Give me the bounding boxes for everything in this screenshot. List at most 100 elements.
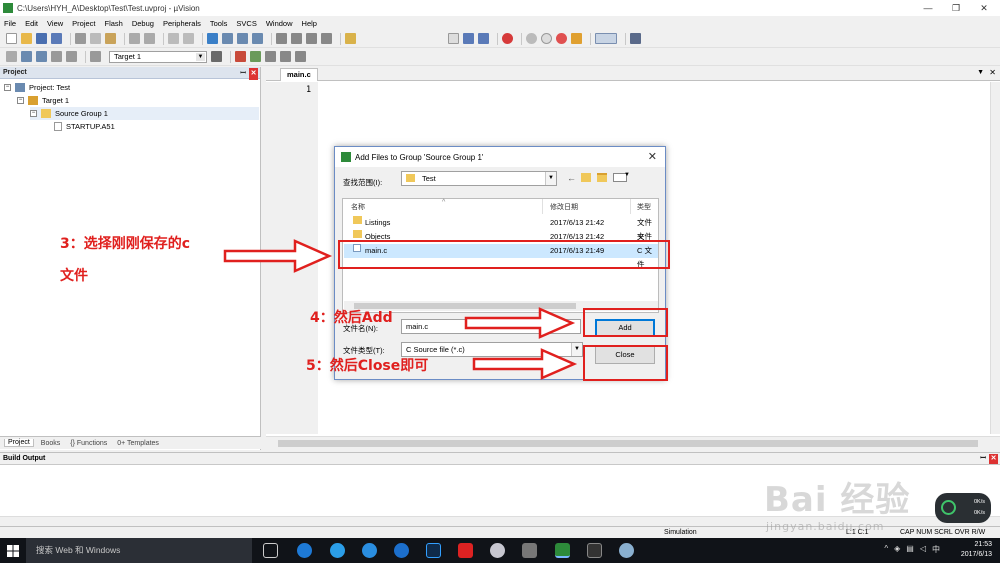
- cmd-icon[interactable]: [587, 543, 602, 558]
- rebuild-icon[interactable]: [36, 51, 47, 62]
- volume-icon[interactable]: ◁: [920, 544, 926, 555]
- find-icon[interactable]: [463, 33, 474, 44]
- tab-functions[interactable]: {} Functions: [67, 440, 110, 447]
- indent-icon[interactable]: [276, 33, 287, 44]
- kill-breakpoints-icon[interactable]: [556, 33, 567, 44]
- menu-flash[interactable]: Flash: [105, 19, 123, 28]
- menu-view[interactable]: View: [47, 19, 63, 28]
- qq-icon[interactable]: [458, 543, 473, 558]
- target-select[interactable]: Target 1 ▼: [109, 50, 207, 63]
- task-view-icon[interactable]: [263, 543, 278, 558]
- k-app-icon[interactable]: [394, 543, 409, 558]
- minimize-button[interactable]: —: [914, 0, 942, 16]
- tab-list-chevron-icon[interactable]: ▼: [977, 69, 984, 76]
- paste-icon[interactable]: [105, 33, 116, 44]
- file-explorer-icon[interactable]: [522, 543, 537, 558]
- ime-indicator[interactable]: 中: [932, 544, 940, 555]
- menu-peripherals[interactable]: Peripherals: [163, 19, 201, 28]
- editor-horizontal-scrollbar[interactable]: [266, 436, 1000, 450]
- tree-item-project[interactable]: − Project: Test: [4, 81, 70, 94]
- show-hidden-icons-icon[interactable]: ^: [884, 544, 888, 555]
- look-in-select[interactable]: Test ▼: [401, 171, 557, 186]
- find-combo-icon[interactable]: [448, 33, 459, 44]
- maximize-button[interactable]: ❐: [942, 0, 970, 16]
- pin-icon[interactable]: ꟷ: [240, 68, 246, 80]
- clear-bookmarks-icon[interactable]: [252, 33, 263, 44]
- tab-main-c[interactable]: main.c: [280, 68, 318, 81]
- config-icon[interactable]: [571, 33, 582, 44]
- back-arrow-icon[interactable]: ←: [567, 173, 576, 183]
- shield-icon[interactable]: ◈: [894, 544, 900, 555]
- menu-window[interactable]: Window: [266, 19, 293, 28]
- close-panel-icon[interactable]: ✕: [989, 454, 998, 464]
- new-file-icon[interactable]: [6, 33, 17, 44]
- tree-item-startup-file[interactable]: STARTUP.A51: [54, 120, 115, 133]
- wrench-icon[interactable]: [630, 33, 641, 44]
- editor-vertical-scrollbar[interactable]: [990, 82, 1000, 434]
- column-header-date[interactable]: 修改日期: [550, 202, 578, 212]
- cut-icon[interactable]: [75, 33, 86, 44]
- scroll-thumb[interactable]: [278, 440, 978, 447]
- column-header-type[interactable]: 类型: [637, 202, 651, 212]
- uncomment-icon[interactable]: [321, 33, 332, 44]
- unindent-icon[interactable]: [291, 33, 302, 44]
- uvision-taskbar-icon[interactable]: [555, 543, 570, 558]
- close-panel-icon[interactable]: ✕: [249, 68, 258, 80]
- download-icon[interactable]: [90, 51, 101, 62]
- debug-session-icon[interactable]: [502, 33, 513, 44]
- tree-item-source-group[interactable]: − Source Group 1: [30, 107, 259, 120]
- network-speed-widget[interactable]: 0K/s 0K/s: [935, 493, 991, 523]
- up-folder-icon[interactable]: [581, 173, 591, 182]
- target-options-icon[interactable]: [211, 51, 222, 62]
- redo-icon[interactable]: [144, 33, 155, 44]
- start-button[interactable]: [0, 538, 26, 563]
- stop-build-icon[interactable]: [66, 51, 77, 62]
- copy-icon[interactable]: [90, 33, 101, 44]
- ie-browser-icon[interactable]: [330, 543, 345, 558]
- manage-project-icon[interactable]: [235, 51, 246, 62]
- comment-icon[interactable]: [306, 33, 317, 44]
- collapse-icon[interactable]: −: [17, 97, 24, 104]
- tab-project[interactable]: Project: [4, 439, 34, 447]
- tab-books[interactable]: Books: [38, 440, 63, 447]
- next-bookmark-icon[interactable]: [237, 33, 248, 44]
- menu-project[interactable]: Project: [72, 19, 95, 28]
- tab-templates[interactable]: 0+ Templates: [114, 440, 162, 447]
- pinned-app-2-icon[interactable]: [619, 543, 634, 558]
- bookmark-icon[interactable]: [207, 33, 218, 44]
- menu-debug[interactable]: Debug: [132, 19, 154, 28]
- breakpoint-icon[interactable]: [526, 33, 537, 44]
- taskbar-search-box[interactable]: 搜索 Web 和 Windows: [26, 538, 252, 563]
- build-icon[interactable]: [21, 51, 32, 62]
- file-row-listings[interactable]: Listings 2017/6/13 21:42 文件夹: [344, 216, 658, 241]
- batch-build-icon[interactable]: [51, 51, 62, 62]
- nav-forward-icon[interactable]: [183, 33, 194, 44]
- menu-svcs[interactable]: SVCS: [236, 19, 256, 28]
- photoshop-icon[interactable]: [426, 543, 441, 558]
- disable-breakpoint-icon[interactable]: [541, 33, 552, 44]
- chevron-down-icon[interactable]: ▼: [624, 172, 630, 178]
- update-icon[interactable]: [295, 51, 306, 62]
- save-icon[interactable]: [36, 33, 47, 44]
- network-icon[interactable]: ▤: [906, 544, 914, 555]
- window-layout-icon[interactable]: [595, 33, 617, 44]
- dialog-close-button[interactable]: ✕: [648, 150, 657, 163]
- menu-help[interactable]: Help: [302, 19, 317, 28]
- incremental-find-icon[interactable]: [478, 33, 489, 44]
- collapse-icon[interactable]: −: [30, 110, 37, 117]
- menu-tools[interactable]: Tools: [210, 19, 228, 28]
- menu-file[interactable]: File: [4, 19, 16, 28]
- menu-edit[interactable]: Edit: [25, 19, 38, 28]
- find-in-files-icon[interactable]: [345, 33, 356, 44]
- nav-back-icon[interactable]: [168, 33, 179, 44]
- undo-icon[interactable]: [129, 33, 140, 44]
- close-tab-icon[interactable]: ✕: [989, 68, 996, 77]
- translate-icon[interactable]: [6, 51, 17, 62]
- pack-installer-icon[interactable]: [280, 51, 291, 62]
- prev-bookmark-icon[interactable]: [222, 33, 233, 44]
- edge-browser-icon[interactable]: [297, 543, 312, 558]
- close-window-button[interactable]: ✕: [970, 0, 998, 16]
- new-folder-icon[interactable]: [597, 173, 607, 182]
- save-all-icon[interactable]: [51, 33, 62, 44]
- pin-icon[interactable]: ꟷ: [980, 453, 986, 465]
